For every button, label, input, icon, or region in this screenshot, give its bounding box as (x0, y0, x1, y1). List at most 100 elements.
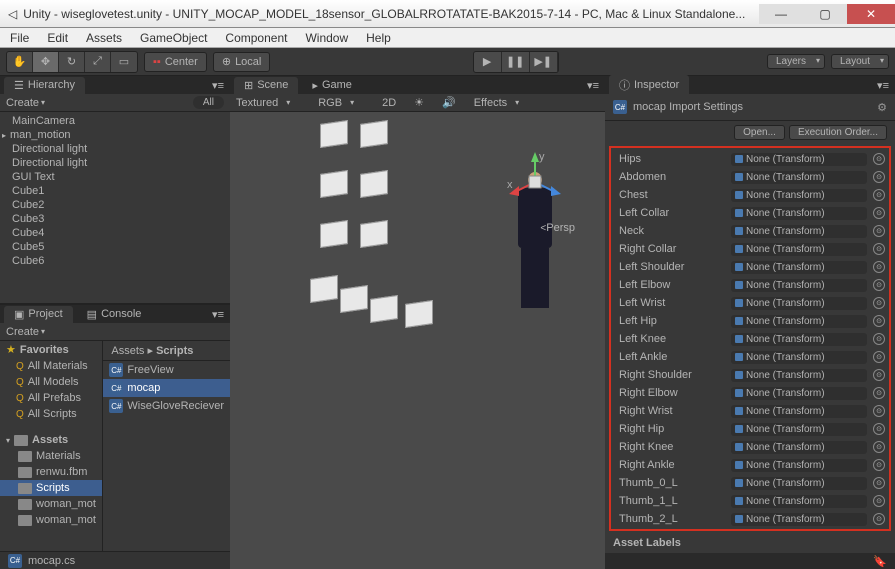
panel-menu-icon[interactable]: ▾≡ (587, 79, 599, 92)
property-value[interactable]: None (Transform) (731, 405, 867, 418)
2d-toggle[interactable]: 2D (382, 97, 396, 109)
object-picker-icon[interactable]: ⊙ (873, 225, 885, 237)
menu-component[interactable]: Component (225, 31, 287, 45)
layout-dropdown[interactable]: Layout (831, 54, 889, 69)
object-picker-icon[interactable]: ⊙ (873, 423, 885, 435)
window-close[interactable]: ✕ (847, 4, 895, 24)
favorite-item[interactable]: Q All Materials (0, 358, 102, 374)
step-button[interactable]: ▶❚ (530, 52, 558, 72)
property-value[interactable]: None (Transform) (731, 315, 867, 328)
rotate-tool[interactable]: ↻ (59, 52, 85, 72)
object-picker-icon[interactable]: ⊙ (873, 171, 885, 183)
pivot-local[interactable]: ⊕Local (213, 52, 271, 72)
script-item[interactable]: C# FreeView (103, 361, 230, 379)
object-picker-icon[interactable]: ⊙ (873, 333, 885, 345)
hierarchy-item[interactable]: Cube2 (0, 198, 230, 212)
audio-toggle-icon[interactable]: 🔊 (442, 96, 456, 109)
object-picker-icon[interactable]: ⊙ (873, 261, 885, 273)
hierarchy-item[interactable]: Cube1 (0, 184, 230, 198)
game-tab[interactable]: ▸Game (302, 77, 362, 94)
favorites-header[interactable]: ★Favorites (0, 341, 102, 358)
script-item[interactable]: C# mocap (103, 379, 230, 397)
property-value[interactable]: None (Transform) (731, 279, 867, 292)
hierarchy-item[interactable]: Cube3 (0, 212, 230, 226)
tag-icon[interactable]: 🔖 (873, 555, 887, 568)
property-value[interactable]: None (Transform) (731, 459, 867, 472)
property-value[interactable]: None (Transform) (731, 171, 867, 184)
folder-item[interactable]: woman_mot (0, 496, 102, 512)
object-picker-icon[interactable]: ⊙ (873, 405, 885, 417)
project-tab[interactable]: ▣Project (4, 306, 73, 323)
gear-icon[interactable]: ⚙ (877, 101, 887, 114)
hierarchy-item[interactable]: Cube4 (0, 226, 230, 240)
hierarchy-item[interactable]: MainCamera (0, 114, 230, 128)
scale-tool[interactable]: ⤢ (85, 52, 111, 72)
menu-file[interactable]: File (10, 31, 29, 45)
property-value[interactable]: None (Transform) (731, 297, 867, 310)
hierarchy-item[interactable]: man_motion (0, 128, 230, 142)
object-picker-icon[interactable]: ⊙ (873, 477, 885, 489)
menu-assets[interactable]: Assets (86, 31, 122, 45)
assets-header[interactable]: ▾Assets (0, 432, 102, 448)
window-maximize[interactable]: ▢ (803, 4, 847, 24)
object-picker-icon[interactable]: ⊙ (873, 315, 885, 327)
folder-item[interactable]: renwu.fbm (0, 464, 102, 480)
object-picker-icon[interactable]: ⊙ (873, 351, 885, 363)
move-tool[interactable]: ✥ (33, 52, 59, 72)
folder-item[interactable]: Materials (0, 448, 102, 464)
menu-edit[interactable]: Edit (47, 31, 68, 45)
property-value[interactable]: None (Transform) (731, 387, 867, 400)
object-picker-icon[interactable]: ⊙ (873, 387, 885, 399)
hierarchy-item[interactable]: Directional light (0, 156, 230, 170)
property-value[interactable]: None (Transform) (731, 513, 867, 526)
hierarchy-create[interactable]: Create (6, 97, 39, 109)
shading-mode[interactable]: Textured (236, 97, 278, 109)
object-picker-icon[interactable]: ⊙ (873, 279, 885, 291)
object-picker-icon[interactable]: ⊙ (873, 459, 885, 471)
property-value[interactable]: None (Transform) (731, 369, 867, 382)
window-minimize[interactable]: — (759, 4, 803, 24)
property-value[interactable]: None (Transform) (731, 261, 867, 274)
open-button[interactable]: Open... (734, 125, 785, 140)
object-picker-icon[interactable]: ⊙ (873, 369, 885, 381)
hierarchy-item[interactable]: Directional light (0, 142, 230, 156)
favorite-item[interactable]: Q All Scripts (0, 406, 102, 422)
exec-order-button[interactable]: Execution Order... (789, 125, 887, 140)
scene-view[interactable]: y x <Persp (230, 112, 605, 569)
folder-item[interactable]: Scripts (0, 480, 102, 496)
script-item[interactable]: C# WiseGloveReciever (103, 397, 230, 415)
property-value[interactable]: None (Transform) (731, 441, 867, 454)
pivot-center[interactable]: ▪▪Center (144, 52, 207, 72)
object-picker-icon[interactable]: ⊙ (873, 243, 885, 255)
property-value[interactable]: None (Transform) (731, 423, 867, 436)
orientation-gizmo[interactable]: y x (505, 152, 565, 212)
hierarchy-tab[interactable]: ☰Hierarchy (4, 77, 85, 94)
object-picker-icon[interactable]: ⊙ (873, 153, 885, 165)
property-value[interactable]: None (Transform) (731, 333, 867, 346)
panel-menu-icon[interactable]: ▾≡ (212, 308, 224, 321)
property-value[interactable]: None (Transform) (731, 207, 867, 220)
property-value[interactable]: None (Transform) (731, 225, 867, 238)
property-value[interactable]: None (Transform) (731, 243, 867, 256)
effects-dropdown[interactable]: Effects (474, 97, 507, 109)
object-picker-icon[interactable]: ⊙ (873, 189, 885, 201)
property-value[interactable]: None (Transform) (731, 153, 867, 166)
light-toggle-icon[interactable]: ☀ (414, 96, 424, 109)
inspector-tab[interactable]: ⓘInspector (609, 75, 689, 95)
property-value[interactable]: None (Transform) (731, 351, 867, 364)
console-tab[interactable]: ▤Console (77, 306, 152, 323)
scene-tab[interactable]: ⊞Scene (234, 77, 298, 94)
render-mode[interactable]: RGB (318, 97, 342, 109)
menu-window[interactable]: Window (305, 31, 348, 45)
rect-tool[interactable]: ▭ (111, 52, 137, 72)
play-button[interactable]: ▶ (474, 52, 502, 72)
hand-tool[interactable]: ✋ (7, 52, 33, 72)
object-picker-icon[interactable]: ⊙ (873, 513, 885, 525)
favorite-item[interactable]: Q All Models (0, 374, 102, 390)
pause-button[interactable]: ❚❚ (502, 52, 530, 72)
object-picker-icon[interactable]: ⊙ (873, 297, 885, 309)
property-value[interactable]: None (Transform) (731, 477, 867, 490)
panel-menu-icon[interactable]: ▾≡ (212, 79, 224, 92)
menu-help[interactable]: Help (366, 31, 391, 45)
property-value[interactable]: None (Transform) (731, 495, 867, 508)
